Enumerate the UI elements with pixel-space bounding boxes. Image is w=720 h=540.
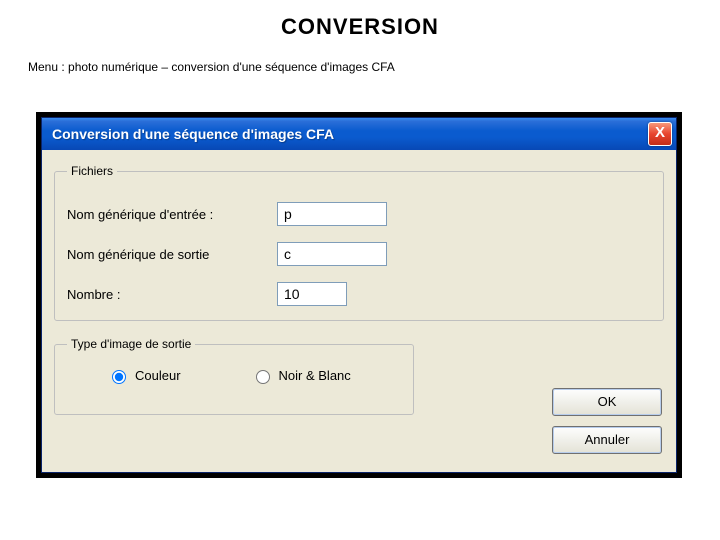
radio-bw-label: Noir & Blanc <box>279 368 351 383</box>
label-count: Nombre : <box>67 287 277 302</box>
radio-color[interactable] <box>112 370 126 384</box>
row-count: Nombre : <box>67 282 651 306</box>
dialog-window: Conversion d'une séquence d'images CFA X… <box>41 117 677 473</box>
label-output-name: Nom générique de sortie <box>67 247 277 262</box>
fieldset-output-legend: Type d'image de sortie <box>67 337 195 351</box>
titlebar-text: Conversion d'une séquence d'images CFA <box>52 126 334 142</box>
radio-group-output-type: Couleur Noir & Blanc <box>67 359 401 388</box>
titlebar: Conversion d'une séquence d'images CFA X <box>42 118 676 150</box>
fieldset-files-legend: Fichiers <box>67 164 117 178</box>
input-generic-name[interactable] <box>277 202 387 226</box>
dialog-client-area: Fichiers Nom générique d'entrée : Nom gé… <box>42 150 676 472</box>
cancel-button[interactable]: Annuler <box>552 426 662 454</box>
row-output-name: Nom générique de sortie <box>67 242 651 266</box>
label-input-name: Nom générique d'entrée : <box>67 207 277 222</box>
output-generic-name[interactable] <box>277 242 387 266</box>
radio-bw[interactable] <box>256 370 270 384</box>
fieldset-output-type: Type d'image de sortie Couleur Noir & Bl… <box>54 337 414 415</box>
screenshot-frame: Conversion d'une séquence d'images CFA X… <box>36 112 682 478</box>
slide-title: CONVERSION <box>0 0 720 40</box>
fieldset-files: Fichiers Nom générique d'entrée : Nom gé… <box>54 164 664 321</box>
row-input-name: Nom générique d'entrée : <box>67 202 651 226</box>
close-icon[interactable]: X <box>648 122 672 146</box>
radio-item-color[interactable]: Couleur <box>107 367 181 384</box>
button-column: OK Annuler <box>552 388 662 454</box>
radio-item-bw[interactable]: Noir & Blanc <box>251 367 351 384</box>
menu-path-text: Menu : photo numérique – conversion d'un… <box>0 40 720 74</box>
count-field[interactable] <box>277 282 347 306</box>
radio-color-label: Couleur <box>135 368 181 383</box>
ok-button[interactable]: OK <box>552 388 662 416</box>
